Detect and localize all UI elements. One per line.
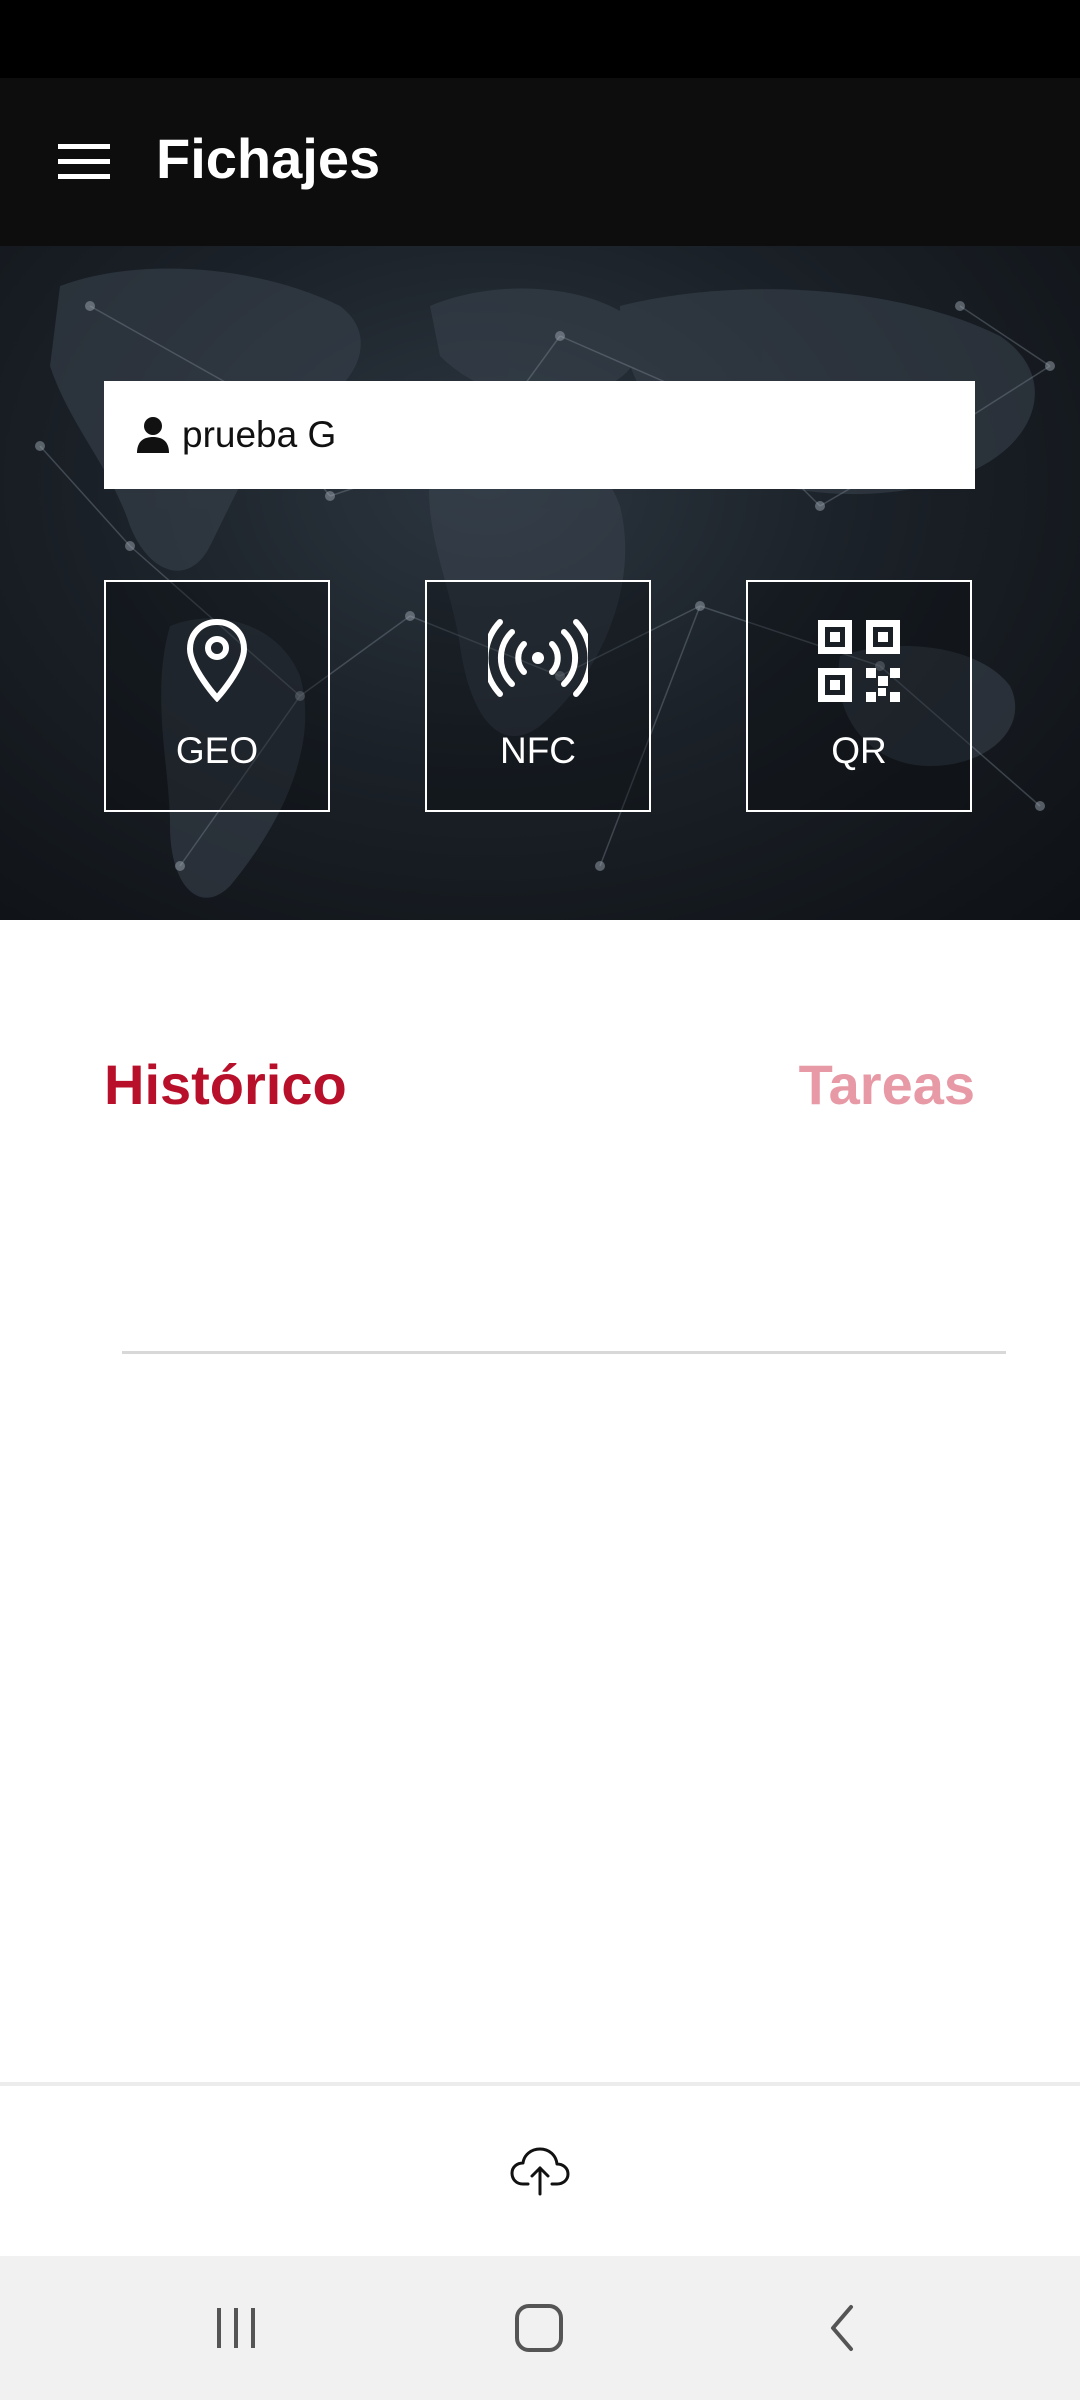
nfc-signal-icon (488, 619, 588, 697)
geo-button[interactable]: GEO (104, 580, 330, 812)
qr-label: QR (831, 730, 887, 771)
recents-button[interactable] (191, 2292, 281, 2364)
qr-code-icon (818, 620, 900, 702)
bottom-action-bar (0, 2086, 1080, 2256)
recents-icon (217, 2308, 255, 2348)
hamburger-menu-icon (58, 144, 110, 179)
nfc-button[interactable]: NFC (425, 580, 651, 812)
user-name: prueba G (182, 414, 337, 455)
app-title: Fichajes (156, 127, 381, 190)
nfc-label: NFC (499, 730, 577, 771)
back-icon (831, 2305, 853, 2351)
system-nav-bar (0, 2256, 1080, 2400)
upload-button[interactable] (504, 2136, 576, 2206)
hero-banner: prueba G GEO NFC QR (0, 246, 1080, 920)
tab-tareas[interactable]: Tareas (799, 1052, 975, 1117)
qr-button[interactable]: QR (746, 580, 972, 812)
tab-historico[interactable]: Histórico (104, 1052, 347, 1117)
geo-label: GEO (175, 730, 259, 771)
cloud-upload-icon (510, 2147, 570, 2196)
person-icon (136, 416, 170, 454)
app-bar: Fichajes (0, 78, 1080, 246)
status-bar (0, 0, 1080, 78)
location-pin-icon (186, 618, 248, 702)
back-button[interactable] (797, 2292, 887, 2364)
user-field[interactable]: prueba G (104, 381, 975, 489)
divider (122, 1351, 1006, 1354)
menu-button[interactable] (48, 132, 120, 192)
home-icon (515, 2304, 563, 2352)
home-button[interactable] (494, 2292, 584, 2364)
